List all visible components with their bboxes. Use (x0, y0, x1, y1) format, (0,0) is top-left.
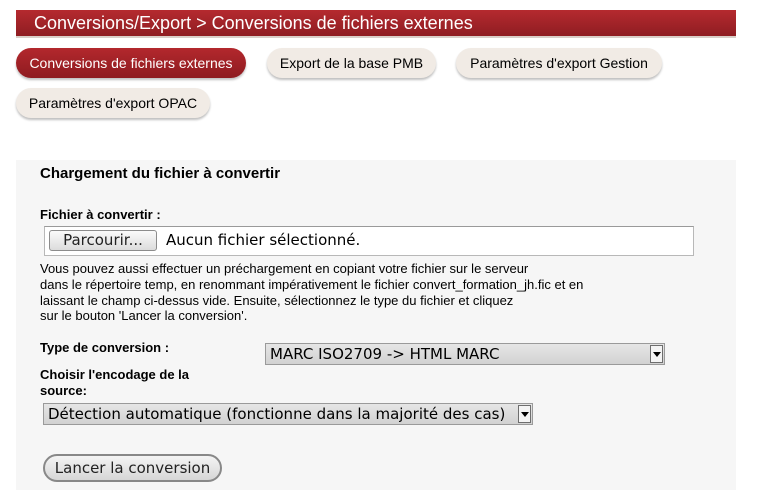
page-title: Conversions/Export > Conversions de fich… (34, 13, 473, 33)
file-status: Aucun fichier sélectionné. (166, 231, 361, 249)
conversion-type-value: MARC ISO2709 -> HTML MARC (270, 345, 500, 363)
chevron-down-icon (650, 345, 663, 363)
tab-parametres-export-opac[interactable]: Paramètres d'export OPAC (16, 88, 210, 118)
help-text: Vous pouvez aussi effectuer un précharge… (40, 261, 680, 324)
tab-export-base-pmb[interactable]: Export de la base PMB (267, 48, 436, 78)
encoding-value: Détection automatique (fonctionne dans l… (48, 405, 506, 423)
help-line: Vous pouvez aussi effectuer un précharge… (40, 261, 529, 276)
encoding-select[interactable]: Détection automatique (fonctionne dans l… (43, 403, 533, 425)
section-title: Chargement du fichier à convertir (40, 165, 281, 182)
encoding-label-line: source: (40, 383, 87, 398)
file-label: Fichier à convertir : (40, 207, 161, 222)
encoding-label-line: Choisir l'encodage de la (40, 367, 190, 382)
launch-conversion-button[interactable]: Lancer la conversion (43, 454, 222, 482)
help-line: sur le bouton 'Lancer la conversion'. (40, 308, 248, 324)
page-header: Conversions/Export > Conversions de fich… (16, 10, 736, 38)
help-line: laissant le champ ci-dessus vide. Ensuit… (40, 292, 514, 308)
tab-parametres-export-gestion[interactable]: Paramètres d'export Gestion (456, 48, 662, 78)
encoding-label: Choisir l'encodage de la source: (40, 367, 189, 399)
conversion-type-select[interactable]: MARC ISO2709 -> HTML MARC (265, 343, 665, 365)
conversion-type-label: Type de conversion : (40, 340, 170, 355)
chevron-down-icon (518, 405, 531, 423)
help-line: dans le répertoire temp, en renommant im… (40, 276, 584, 292)
browse-button[interactable]: Parcourir... (49, 230, 157, 251)
tab-conversions-fichiers-externes[interactable]: Conversions de fichiers externes (16, 48, 246, 78)
